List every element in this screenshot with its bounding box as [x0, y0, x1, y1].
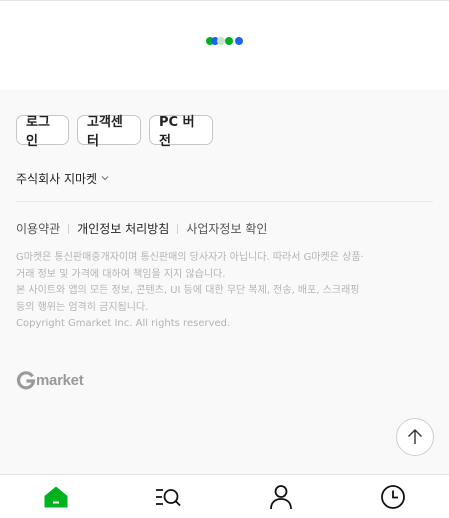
tab-my-page[interactable]: [225, 475, 337, 518]
notice-line: 거래 정보 및 가격에 대하여 책임을 지지 않습니다.: [16, 268, 226, 280]
customer-center-button[interactable]: 고객센터: [77, 115, 141, 149]
privacy-policy-link[interactable]: 개인정보 처리방침: [77, 220, 169, 237]
notice-line: G마켓은 통신판매중개자이며 통신판매의 당사자가 아닙니다. 따라서 G마켓은…: [16, 252, 364, 263]
footer-divider: [16, 201, 433, 202]
scroll-top-button[interactable]: [396, 418, 434, 456]
arrow-up-icon: [408, 429, 422, 444]
tab-category-search[interactable]: [112, 475, 224, 518]
link-separator: [177, 223, 179, 234]
gmarket-logo: market: [16, 370, 84, 390]
loader-dot: [217, 37, 225, 45]
chevron-down-icon: [101, 174, 109, 184]
content-area: [0, 0, 449, 90]
login-button[interactable]: 로그인: [16, 115, 69, 149]
copyright-text: Copyright Gmarket Inc. All rights reserv…: [16, 318, 231, 329]
tab-home[interactable]: [0, 475, 112, 518]
company-info-toggle[interactable]: 주식회사 지마켓: [16, 170, 109, 187]
link-separator: [68, 223, 70, 234]
loader-dot: [235, 37, 243, 45]
logo-text: market: [36, 371, 84, 389]
terms-link[interactable]: 이용약관: [16, 220, 60, 237]
loader-dot: [225, 37, 233, 45]
business-info-link[interactable]: 사업자정보 확인: [186, 220, 267, 237]
recent-clock-icon: [380, 484, 405, 509]
notice-line: 본 사이트와 앱의 모든 정보, 콘텐츠, UI 등에 대한 무단 복제, 전송…: [16, 285, 360, 296]
notice-line: 등의 행위는 엄격히 금지됩니다.: [16, 301, 149, 313]
loading-indicator: [206, 37, 243, 45]
bottom-tab-bar: [0, 474, 449, 518]
tab-recent[interactable]: [337, 475, 449, 518]
legal-notice: G마켓은 통신판매중개자이며 통신판매의 당사자가 아닙니다. 따라서 G마켓은…: [16, 250, 436, 333]
home-icon: [44, 486, 68, 507]
logo-g-mark: [16, 371, 36, 390]
category-search-icon: [156, 488, 182, 506]
footer: 로그인 고객센터 PC 버전 주식회사 지마켓 이용약관 개인정보 처리방침 사…: [0, 90, 449, 474]
pc-version-button[interactable]: PC 버전: [149, 115, 213, 149]
footer-button-row: 로그인 고객센터 PC 버전: [16, 115, 213, 149]
company-name: 주식회사 지마켓: [16, 172, 98, 186]
footer-links: 이용약관 개인정보 처리방침 사업자정보 확인: [16, 220, 267, 237]
user-icon: [269, 484, 292, 509]
